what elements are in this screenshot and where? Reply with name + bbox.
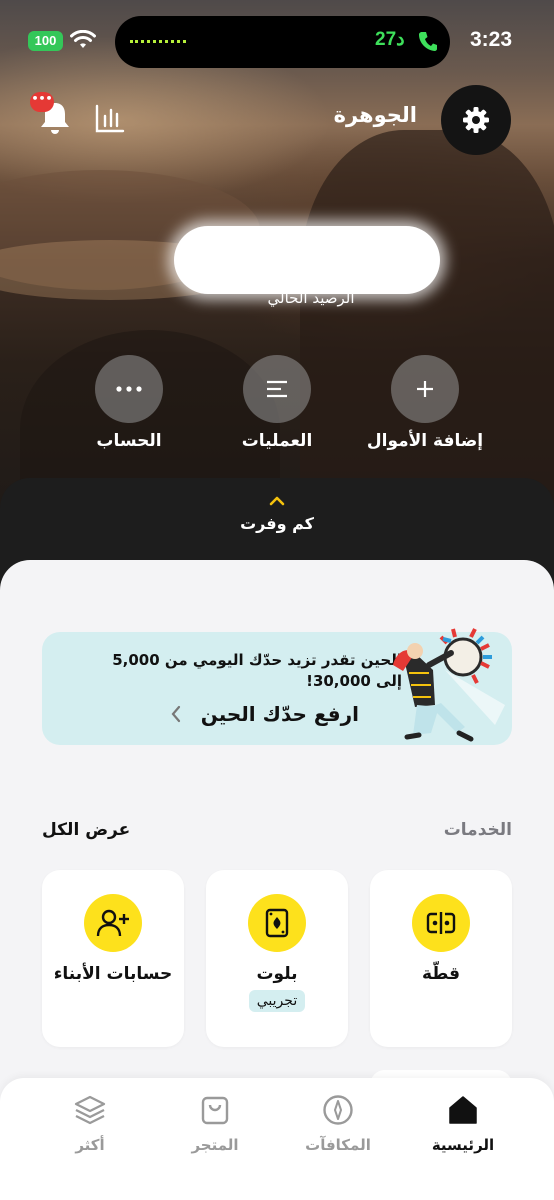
- tab-label: الرئيسية: [431, 1136, 495, 1154]
- transactions-button[interactable]: العمليات: [207, 355, 347, 451]
- transactions-label: العمليات: [241, 431, 313, 451]
- plus-icon: [391, 355, 459, 423]
- tab-more[interactable]: أكثر: [40, 1094, 140, 1154]
- add-person-icon: [84, 894, 142, 952]
- playing-card-icon: [248, 894, 306, 952]
- list-icon: [243, 355, 311, 423]
- add-money-button[interactable]: إضافة الأموال: [355, 355, 495, 451]
- service-name: حسابات الأبناء: [53, 964, 173, 984]
- promo-text: الحين تقدر تزيد حدّك اليومي من 5,000 إلى…: [112, 651, 402, 690]
- account-label: الحساب: [96, 431, 162, 451]
- notification-badge: •••: [30, 92, 54, 112]
- bag-icon: [201, 1096, 229, 1125]
- call-duration: 27د: [375, 29, 405, 50]
- service-card-split[interactable]: قطّة: [370, 870, 512, 1047]
- clock: 3:23: [470, 28, 513, 51]
- gear-icon: [463, 107, 489, 133]
- service-name: بلوت: [256, 964, 298, 984]
- compass-icon: [323, 1095, 353, 1125]
- split-bill-icon: [412, 894, 470, 952]
- see-all-link[interactable]: عرض الكل: [42, 820, 130, 840]
- account-button[interactable]: الحساب: [59, 355, 199, 451]
- balance-label: الرصيد الحالي: [267, 289, 355, 307]
- service-card-kids[interactable]: حسابات الأبناء: [42, 870, 184, 1047]
- services-title: الخدمات: [443, 820, 512, 840]
- add-money-label: إضافة الأموال: [366, 431, 484, 451]
- settings-button[interactable]: [441, 85, 511, 155]
- tab-store[interactable]: المتجر: [165, 1094, 265, 1154]
- tab-home[interactable]: الرئيسية: [413, 1094, 513, 1154]
- more-icon: [95, 355, 163, 423]
- chevron-up-icon: [0, 494, 554, 510]
- status-bar: 100 27د 3:23: [0, 0, 554, 84]
- savings-label: كم وفرت: [240, 514, 314, 533]
- battery-indicator: 100: [28, 31, 63, 51]
- tab-rewards[interactable]: المكافآت: [288, 1094, 388, 1154]
- tab-label: المتجر: [191, 1136, 239, 1154]
- tab-label: أكثر: [75, 1136, 105, 1154]
- audio-waveform: [130, 40, 186, 43]
- tab-label: المكافآت: [305, 1136, 371, 1154]
- statistics-icon[interactable]: [95, 104, 125, 134]
- home-icon: [449, 1096, 477, 1124]
- promo-cta[interactable]: ارفع حدّك الحين: [201, 702, 359, 726]
- service-name: قطّة: [421, 964, 460, 984]
- dancer-illustration: [393, 628, 505, 742]
- account-name: الجوهرة: [333, 103, 417, 127]
- savings-toggle[interactable]: كم وفرت: [0, 494, 554, 533]
- wifi-icon: [70, 30, 96, 48]
- beta-tag: تجريبي: [248, 990, 306, 1012]
- balance-amount-hidden[interactable]: [174, 226, 440, 294]
- layers-icon: [74, 1095, 106, 1125]
- phone-icon: [419, 32, 437, 51]
- service-card-baloot[interactable]: بلوت تجريبي: [206, 870, 348, 1047]
- chevron-left-icon: [170, 704, 182, 728]
